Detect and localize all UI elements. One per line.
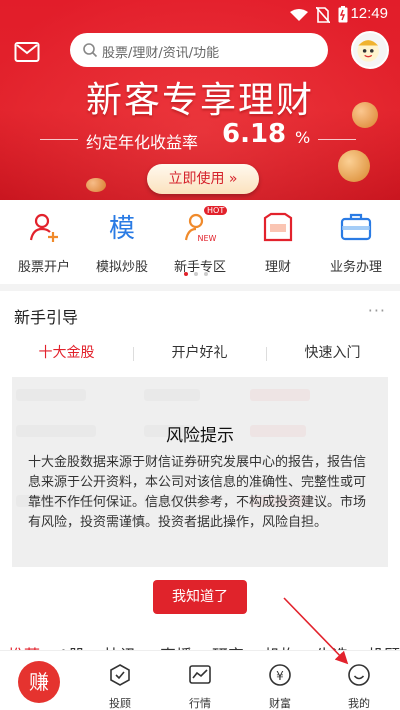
search-placeholder: 股票/理财/资讯/功能 [102,46,220,61]
no-sim-icon [316,7,330,23]
quick-action-label: 模拟炒股 [95,260,148,275]
rate-unit: % [295,128,311,147]
divider [40,139,78,140]
new-badge: NEW [198,234,217,243]
message-icon[interactable] [14,41,40,63]
quick-action-wealth[interactable]: 理财 [238,210,318,275]
market-chart-icon [189,665,211,684]
wallet-icon [263,212,293,242]
profile-smile-icon [348,664,370,686]
tab-quick-start[interactable]: 快速入门 [266,342,399,362]
quick-action-newbie[interactable]: NEW 新手专区 HOT [160,206,240,275]
banner-headline: 新客专享理财 [85,80,314,121]
quick-actions: 股票开户 模 模拟炒股 NEW 新手专区 HOT 理财 业务办理 [0,200,400,284]
banner-rate-line: 约定年化收益率 6.18 % [0,119,400,155]
nav-item-me[interactable]: 我的 [329,663,389,710]
advisor-icon [110,664,130,686]
bottom-nav: 赚 投顾 行情 ¥ 财富 我的 [0,650,400,710]
quick-action-business[interactable]: 业务办理 [316,210,396,275]
mascot-icon [357,40,379,62]
app-screen: 12:49 股票/理财/资讯/功能 新客专享理财 约定年化收益率 6.18 % … [0,0,400,710]
search-icon [83,43,98,58]
clock: 12:49 [350,5,388,22]
page-dot [194,272,198,276]
quick-action-mock-trade[interactable]: 模 模拟炒股 [82,210,162,275]
quick-action-open-account[interactable]: 股票开户 [4,210,84,275]
page-dot-active [184,272,188,276]
section-title: 新手引导 [14,308,79,327]
nav-label: 投顾 [109,697,131,710]
divider [318,139,356,140]
newbie-icon: NEW [184,213,217,243]
guide-tabs: 十大金股 开户好礼 快速入门 [0,335,400,369]
nav-item-advisor[interactable]: 投顾 [90,663,150,710]
briefcase-icon [340,213,372,241]
svg-text:模: 模 [109,214,135,244]
avatar[interactable] [351,31,389,69]
tab-top-ten-stocks[interactable]: 十大金股 [0,342,133,362]
nav-label: 我的 [348,697,370,710]
nav-label: 财富 [269,697,291,710]
page-indicator [184,272,214,278]
page-dot [204,272,208,276]
quick-action-label: 股票开户 [17,260,70,275]
more-options-icon[interactable]: ··· [368,301,386,320]
quick-action-label: 理财 [264,260,291,275]
promo-banner[interactable]: 12:49 股票/理财/资讯/功能 新客专享理财 约定年化收益率 6.18 % … [0,0,400,200]
nav-label: 行情 [189,697,211,710]
search-input[interactable]: 股票/理财/资讯/功能 [70,33,328,67]
hot-badge: HOT [204,206,228,215]
nav-item-wealth[interactable]: ¥ 财富 [250,663,310,710]
newbie-guide-card: 新手引导 ··· 十大金股 开户好礼 快速入门 风险提示 十大金股数据来源于财信… [0,291,400,636]
wealth-yen-icon: ¥ [269,664,291,686]
coin-decoration [86,178,106,192]
risk-dialog-title: 风险提示 [166,426,234,446]
nav-item-market[interactable]: 行情 [170,663,230,710]
svg-text:¥: ¥ [276,669,284,683]
earn-button[interactable]: 赚 [18,661,60,703]
acknowledge-button[interactable]: 我知道了 [153,580,247,614]
battery-icon [338,6,348,23]
risk-dialog-body: 十大金股数据来源于财信证券研究发展中心的报告，报告信息来源于公开资料，本公司对该… [28,455,367,530]
status-bar: 12:49 [0,0,400,30]
rate-label: 约定年化收益率 [86,133,199,152]
use-now-button[interactable]: 立即使用 » [147,164,259,194]
quick-action-label: 业务办理 [329,260,382,275]
rate-value: 6.18 [222,119,287,149]
mock-trade-icon: 模 [109,214,135,244]
wifi-icon [290,9,308,21]
tab-account-gift[interactable]: 开户好礼 [133,342,266,362]
person-add-icon [29,213,58,242]
